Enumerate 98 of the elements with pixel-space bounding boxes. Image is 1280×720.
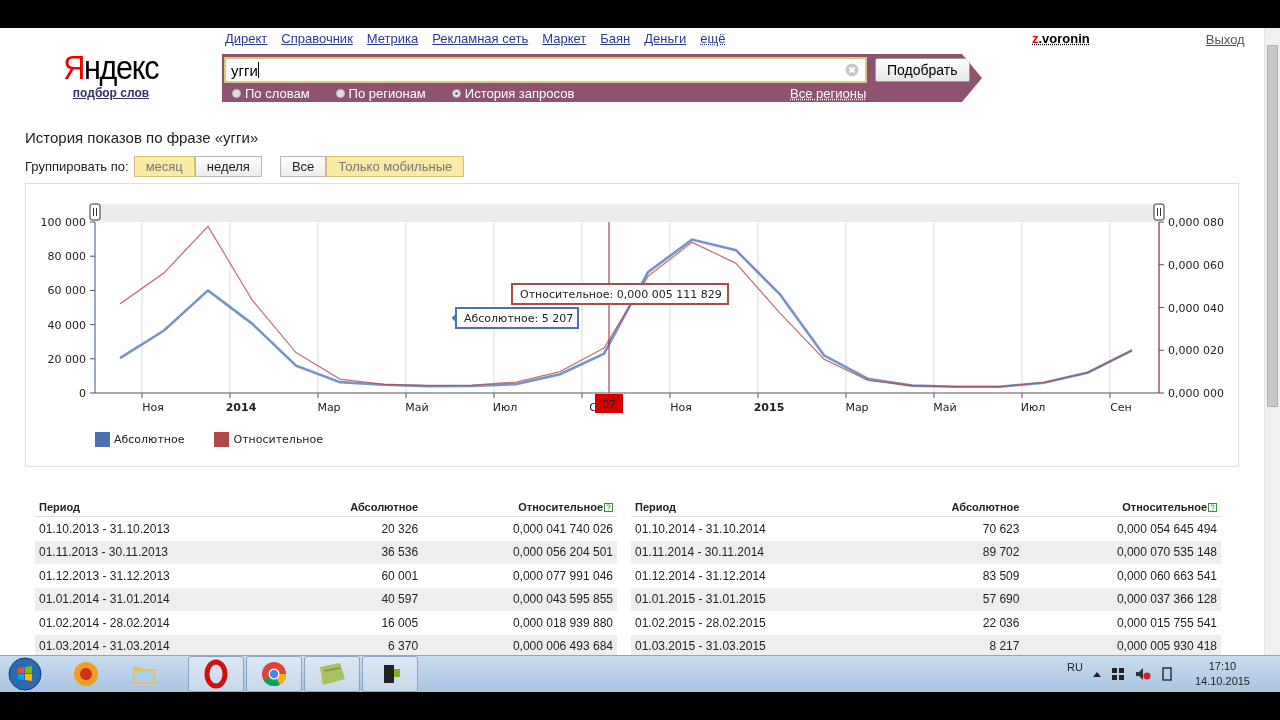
- search-button[interactable]: Подобрать: [875, 58, 970, 82]
- mode-radio[interactable]: История запросов: [451, 85, 575, 101]
- device-toggle[interactable]: Все: [279, 156, 327, 177]
- y-axis-label: 40 000: [47, 318, 86, 332]
- y-axis-label: 100 000: [40, 216, 86, 229]
- table-cell: 40 597: [285, 587, 423, 611]
- nav-link[interactable]: Маркет: [542, 31, 587, 54]
- x-axis-label: 2015: [753, 401, 785, 414]
- y-axis-label: 0,000 080: [1168, 216, 1224, 229]
- tooltip: Относительное: 0,000 005 111 829: [511, 283, 729, 305]
- x-axis-label: Июл: [1020, 401, 1046, 414]
- table-cell: 0,000 070 535 148: [1023, 540, 1221, 564]
- region-link[interactable]: Все регионы: [790, 85, 867, 101]
- x-axis-label: Май: [933, 401, 957, 414]
- column-header: Период: [635, 501, 677, 513]
- table-cell: 0,000 056 204 501: [422, 540, 617, 564]
- y-axis-label: 60 000: [47, 284, 86, 298]
- table-cell: 8 217: [884, 634, 1024, 655]
- nav-link[interactable]: Баян: [600, 31, 631, 54]
- logout-link[interactable]: Выход: [1205, 28, 1245, 48]
- page-title: История показов по фразе «угги»: [25, 129, 260, 146]
- column-header: Период: [39, 501, 81, 513]
- tooltip: Абсолютное: 5 207: [451, 307, 579, 329]
- table-cell: 0,000 054 645 494: [1023, 516, 1221, 541]
- table-cell: 0,000 006 493 684: [422, 634, 617, 655]
- column-header: Относительное: [518, 501, 603, 513]
- group-label: Группировать по:: [25, 159, 129, 174]
- user-name[interactable]: z.voronin: [1032, 28, 1090, 47]
- table-cell: 01.02.2015 - 28.02.2015: [631, 611, 885, 635]
- nav-link[interactable]: Метрика: [366, 31, 419, 54]
- table-cell: 01.02.2014 - 28.02.2014: [35, 611, 286, 635]
- x-axis-label: Сен: [1110, 401, 1132, 414]
- x-axis-label: Мар: [845, 401, 869, 414]
- clock-time[interactable]: 17:10: [1208, 659, 1237, 674]
- y-axis-label: 20 000: [47, 352, 86, 366]
- y-axis-label: 0: [79, 387, 86, 400]
- x-axis-label: Июл: [492, 401, 518, 414]
- table-cell: 0,000 043 595 855: [422, 587, 617, 611]
- table-cell: 60 001: [285, 564, 423, 588]
- table-cell: 0,000 018 939 880: [422, 611, 617, 635]
- y-axis-label: 80 000: [47, 250, 86, 264]
- nav-link[interactable]: Справочник: [281, 31, 353, 54]
- table-cell: 01.01.2015 - 31.01.2015: [631, 587, 885, 611]
- table-cell: 01.03.2015 - 31.03.2015: [631, 634, 885, 655]
- column-header: Абсолютное: [951, 501, 1020, 513]
- table-cell: 16 005: [285, 611, 423, 635]
- table-cell: 0,000 041 740 026: [422, 516, 617, 541]
- table-cell: 01.03.2014 - 31.03.2014: [35, 634, 286, 655]
- table-cell: 0,000 037 366 128: [1023, 587, 1221, 611]
- table-cell: 01.01.2014 - 31.01.2014: [35, 587, 286, 611]
- annotation: Относительное: 0,000 005 111 829: [520, 288, 722, 301]
- nav-link[interactable]: Директ: [225, 31, 268, 54]
- table-cell: 01.11.2013 - 30.11.2013: [35, 540, 286, 564]
- table-cell: 6 370: [285, 634, 423, 655]
- table-cell: 70 623: [884, 516, 1024, 541]
- language-indicator[interactable]: RU: [1067, 661, 1083, 673]
- x-axis-label: 2014: [225, 401, 257, 414]
- mode-radio[interactable]: По словам: [232, 85, 310, 101]
- clock-date[interactable]: 14.10.2015: [1194, 674, 1250, 689]
- yandex-logo[interactable]: Яндекс: [63, 48, 159, 86]
- table-cell: 36 536: [285, 540, 423, 564]
- table-cell: 89 702: [884, 540, 1024, 564]
- nav-link[interactable]: Деньги: [644, 31, 687, 54]
- word-selection-link[interactable]: подбор слов: [72, 86, 150, 100]
- table-cell: 83 509: [884, 564, 1024, 588]
- legend-item[interactable]: Относительное: [214, 432, 324, 447]
- cursor-date-marker: 07: [595, 394, 623, 413]
- table-cell: 0,000 077 991 046: [422, 564, 617, 588]
- x-axis-label: Май: [405, 401, 429, 414]
- legend-item[interactable]: Абсолютное: [95, 432, 185, 447]
- annotation: Абсолютное: 5 207: [464, 312, 574, 325]
- table-cell: 01.12.2013 - 31.12.2013: [35, 564, 286, 588]
- group-toggle[interactable]: неделя: [194, 156, 262, 177]
- table-cell: 0,000 015 755 541: [1023, 611, 1221, 635]
- nav-link[interactable]: ещё: [700, 31, 726, 54]
- nav-link[interactable]: Рекламная сеть: [432, 31, 529, 54]
- group-toggle[interactable]: месяц: [133, 156, 195, 177]
- table-cell: 01.11.2014 - 30.11.2014: [631, 540, 885, 564]
- column-header: Относительное: [1122, 501, 1207, 513]
- y-axis-label: 0,000 000: [1168, 387, 1224, 400]
- search-field[interactable]: угги: [224, 57, 867, 83]
- mode-radio[interactable]: По регионам: [335, 85, 426, 101]
- y-axis-label: 0,000 020: [1168, 344, 1224, 358]
- table-cell: 20 326: [285, 516, 423, 541]
- table-cell: 01.10.2014 - 31.10.2014: [631, 516, 885, 541]
- table-cell: 57 690: [884, 587, 1024, 611]
- x-axis-label: Ноя: [142, 401, 164, 414]
- table-cell: 01.10.2013 - 31.10.2013: [35, 516, 286, 541]
- y-axis-label: 0,000 060: [1168, 258, 1224, 272]
- x-axis-label: Мар: [317, 401, 341, 414]
- y-axis-label: 0,000 040: [1168, 301, 1224, 315]
- device-toggle[interactable]: Только мобильные: [326, 156, 465, 177]
- table-cell: 22 036: [884, 611, 1024, 635]
- table-cell: 0,000 005 930 418: [1023, 634, 1221, 655]
- x-axis-label: Ноя: [670, 401, 692, 414]
- table-cell: 0,000 060 663 541: [1023, 564, 1221, 588]
- column-header: Абсолютное: [350, 501, 419, 513]
- table-cell: 01.12.2014 - 31.12.2014: [631, 564, 885, 588]
